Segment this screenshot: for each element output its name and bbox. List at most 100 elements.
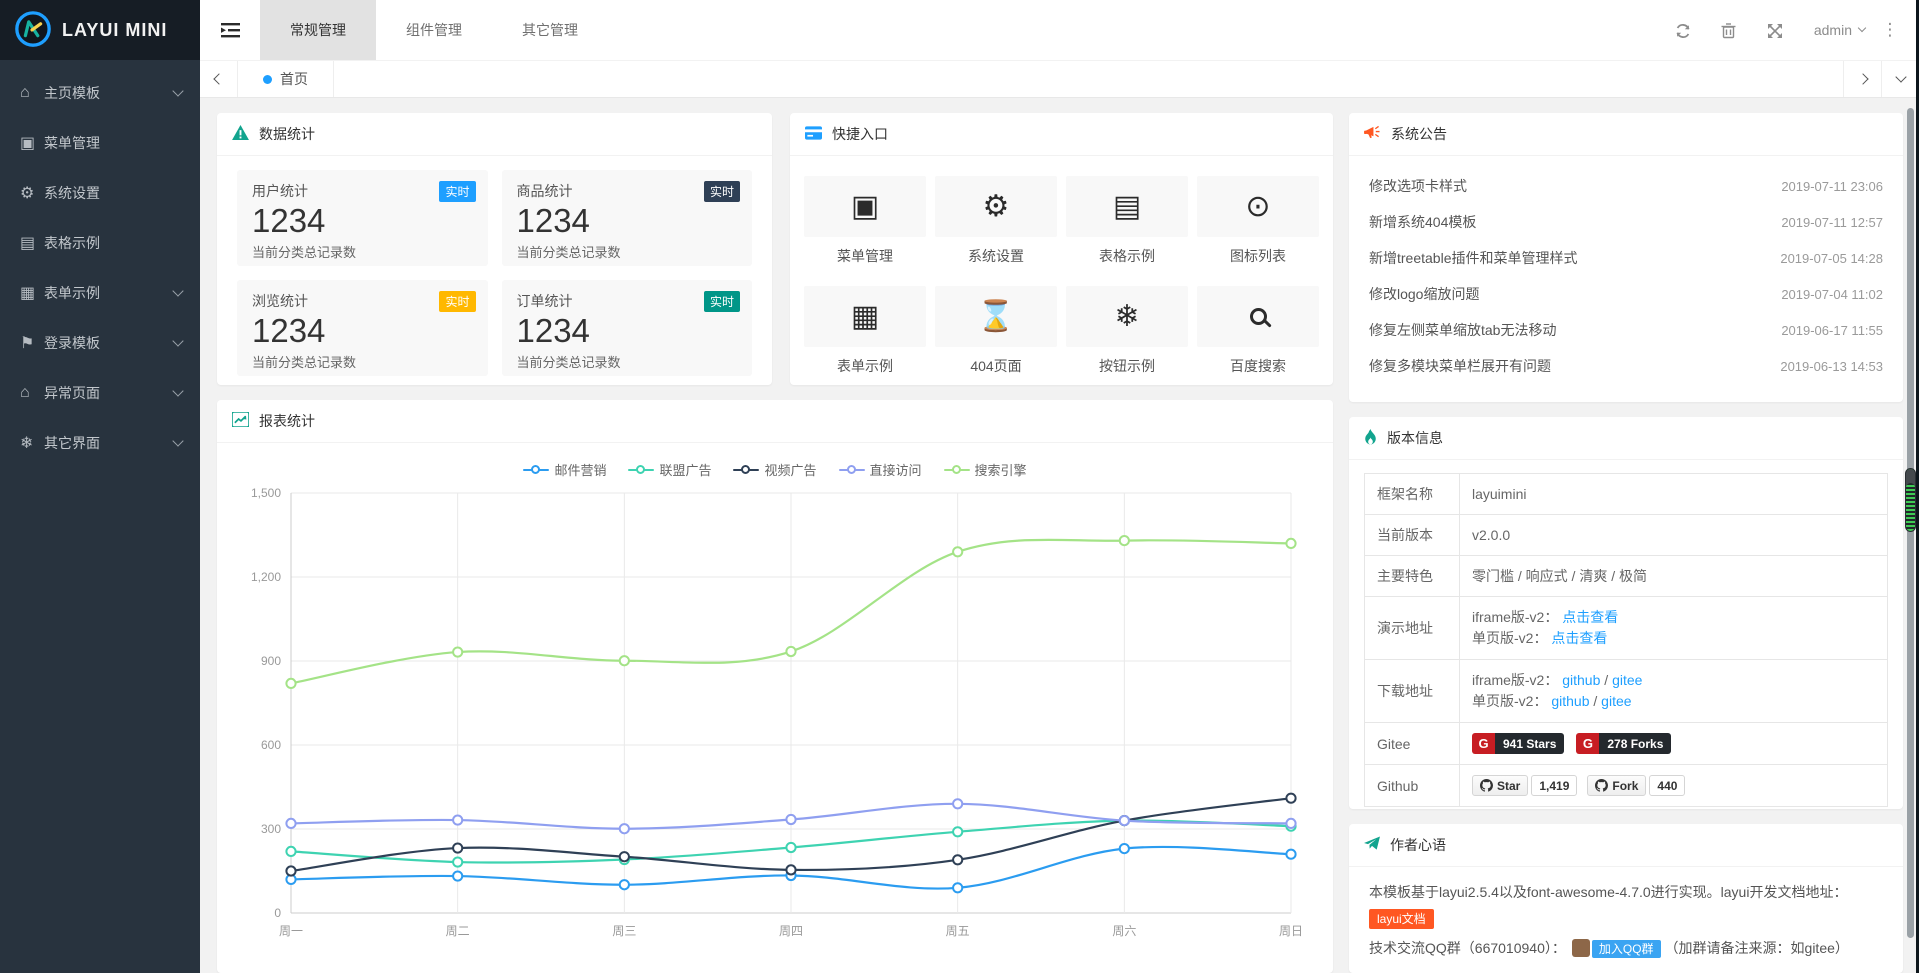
quick-item-百度搜索[interactable]: 百度搜索 [1197,286,1319,376]
stat-desc: 当前分类总记录数 [517,242,738,261]
chevron-right-icon [1857,73,1868,84]
announcement-row[interactable]: 新增treetable插件和菜单管理样式2019-07-05 14:28 [1369,240,1883,276]
link-gitee[interactable]: gitee [1601,693,1631,709]
sidebar-item-其它界面[interactable]: ❄其它界面 [0,418,200,468]
version-row-label: 演示地址 [1365,597,1460,660]
sidebar-item-异常页面[interactable]: ⌂异常页面 [0,368,200,418]
sidebar-item-菜单管理[interactable]: ▣菜单管理 [0,118,200,168]
announcement-date: 2019-07-11 12:57 [1781,215,1883,230]
quick-item-表单示例[interactable]: ▦表单示例 [804,286,926,376]
version-row-value: v2.0.0 [1460,515,1888,556]
megaphone-icon [1364,125,1381,143]
snowflake-icon: ❄ [20,433,44,453]
sidebar-item-label: 系统设置 [44,183,182,203]
link-github[interactable]: github [1551,693,1589,709]
link-gitee[interactable]: gitee [1612,672,1642,688]
legend-marker-circle [741,465,750,474]
sidebar-item-系统设置[interactable]: ⚙系统设置 [0,168,200,218]
quick-item-按钮示例[interactable]: ❄按钮示例 [1066,286,1188,376]
version-row-value: iframe版-v2： 点击查看单页版-v2： 点击查看 [1460,597,1888,660]
link-点击查看[interactable]: 点击查看 [1551,630,1607,646]
chart-legend: 邮件营销 联盟广告 视频广告 直接访问 搜索引擎 [217,443,1333,481]
scrollbar-thumb[interactable] [1905,468,1916,532]
github-star-button[interactable]: Star [1472,775,1528,796]
svg-text:周一: 周一 [279,924,303,938]
link-prefix: 单页版-v2： [1472,693,1551,709]
legend-item-直接访问[interactable]: 直接访问 [839,460,922,479]
announcement-row[interactable]: 新增系统404模板 2019-07-11 12:57 [1369,204,1883,240]
stat-box-用户统计[interactable]: 用户统计实时1234当前分类总记录数 [237,170,488,266]
file-icon: ▤ [1066,176,1188,237]
author-card-header: 作者心语 [1349,824,1903,867]
quick-item-label: 菜单管理 [804,246,926,266]
sidebar-item-登录模板[interactable]: ⚑登录模板 [0,318,200,368]
quick-item-图标列表[interactable]: ⊙图标列表 [1197,176,1319,266]
stat-box-商品统计[interactable]: 商品统计实时1234当前分类总记录数 [502,170,753,266]
link-prefix: iframe版-v2： [1472,672,1562,688]
brand-title: LAYUI MINI [62,20,167,41]
realtime-badge: 实时 [704,291,740,312]
sidebar-toggle-icon[interactable] [200,0,260,60]
svg-text:周三: 周三 [612,924,636,938]
header-tab-常规管理[interactable]: 常规管理 [260,0,376,60]
header-tab-组件管理[interactable]: 组件管理 [376,0,492,60]
link-github[interactable]: github [1562,672,1600,688]
github-button-label: Star [1497,779,1520,793]
sidebar-item-主页模板[interactable]: ⌂主页模板 [0,68,200,118]
announcement-text: 新增系统404模板 [1369,212,1769,232]
sidebar-menu: ⌂主页模板▣菜单管理⚙系统设置▤表格示例▦表单示例⚑登录模板⌂异常页面❄其它界面 [0,60,200,468]
sidebar-item-表格示例[interactable]: ▤表格示例 [0,218,200,268]
announcement-row[interactable]: 修改logo缩放问题2019-07-04 11:02 [1369,276,1883,312]
announcement-date: 2019-07-11 23:06 [1781,179,1883,194]
gitee-logo-icon: G [1576,733,1599,754]
window-icon: ▣ [804,176,926,237]
announcement-row[interactable]: 修改选项卡样式2019-07-11 23:06 [1369,168,1883,204]
layui-doc-badge[interactable]: layui文档 [1369,909,1434,929]
legend-item-联盟广告[interactable]: 联盟广告 [628,460,711,479]
gitee-badge[interactable]: G941 Stars [1472,733,1564,754]
header-tab-其它管理[interactable]: 其它管理 [492,0,608,60]
link-点击查看[interactable]: 点击查看 [1562,609,1618,625]
clear-cache-trash-icon[interactable] [1706,21,1752,38]
refresh-icon[interactable] [1660,21,1706,38]
gitee-logo-icon: G [1472,733,1495,754]
announcement-row[interactable]: 修复多模块菜单栏展开有问题2019-06-13 14:53 [1369,348,1883,384]
stat-box-订单统计[interactable]: 订单统计实时1234当前分类总记录数 [502,280,753,376]
github-widget-Fork: Fork440 [1587,775,1685,796]
svg-text:周五: 周五 [946,924,970,938]
github-fork-button[interactable]: Fork [1587,775,1646,796]
tab-home[interactable]: 首页 [238,61,334,97]
stat-box-浏览统计[interactable]: 浏览统计实时1234当前分类总记录数 [237,280,488,376]
legend-item-搜索引擎[interactable]: 搜索引擎 [944,460,1027,479]
user-dropdown[interactable]: admin [1814,22,1865,38]
quick-item-404页面[interactable]: ⌛404页面 [935,286,1057,376]
tab-scroll-right-button[interactable] [1843,61,1881,97]
announcement-date: 2019-06-17 11:55 [1781,323,1883,338]
join-qq-group-badge[interactable]: 加入QQ群 [1592,940,1661,958]
gitee-badge[interactable]: G278 Forks [1576,733,1671,754]
version-row-label: Github [1365,765,1460,807]
legend-item-邮件营销[interactable]: 邮件营销 [523,460,606,479]
report-chart-card: 报表统计 邮件营销联盟广告视频广告直接访问搜索引擎 03006009001,20… [217,400,1333,973]
chevron-down-icon [172,85,183,96]
tab-scroll-left-button[interactable] [200,61,238,97]
announcement-date: 2019-07-04 11:02 [1781,287,1883,302]
legend-item-视频广告[interactable]: 视频广告 [733,460,816,479]
chevron-down-icon [1895,71,1906,82]
quick-item-label: 表格示例 [1066,246,1188,266]
quick-item-菜单管理[interactable]: ▣ 菜单管理 [804,176,926,266]
quick-item-系统设置[interactable]: ⚙系统设置 [935,176,1057,266]
sidebar-item-label: 登录模板 [44,333,174,353]
quick-item-表格示例[interactable]: ▤ 表格示例 [1066,176,1188,266]
github-star-count[interactable]: 1,419 [1531,775,1577,796]
sidebar-item-表单示例[interactable]: ▦表单示例 [0,268,200,318]
more-menu-icon[interactable]: ⋮ [1875,20,1905,40]
legend-marker [628,465,654,475]
version-card-header: 版本信息 [1349,417,1903,460]
gitee-badge-text: 278 Forks [1599,733,1671,754]
github-fork-count[interactable]: 440 [1649,775,1685,796]
tab-operations-dropdown[interactable] [1881,61,1919,97]
brand-logo[interactable]: LAYUI MINI [0,0,200,60]
announcement-row[interactable]: 修复左侧菜单缩放tab无法移动2019-06-17 11:55 [1369,312,1883,348]
fullscreen-icon[interactable] [1752,21,1798,38]
